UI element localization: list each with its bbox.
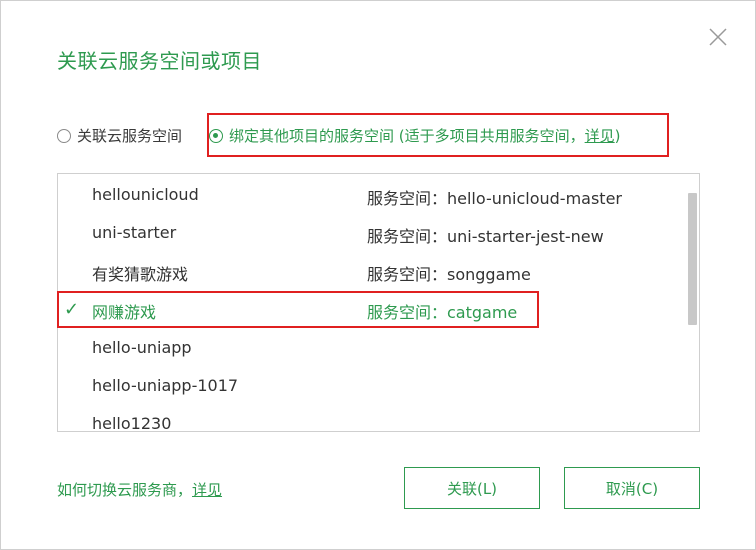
details-link[interactable]: 详见 — [585, 125, 615, 146]
help-text: 如何切换云服务商， — [57, 481, 193, 499]
project-name: hello-uniapp-1017 — [92, 376, 239, 395]
project-space: 服务空间：catgame — [367, 303, 518, 322]
cancel-button[interactable]: 取消(C) — [564, 467, 700, 509]
list-item[interactable]: 有奖猜歌游戏 服务空间：songgame — [58, 252, 683, 290]
project-space: 服务空间：uni-starter-jest-new — [367, 227, 604, 246]
radio-label: 关联云服务空间 — [77, 127, 183, 145]
associate-cloud-space-dialog: 关联云服务空间或项目 关联云服务空间 绑定其他项目的服务空间 (适于多项目共用服… — [0, 0, 756, 550]
radio-label-suffix: ) — [614, 126, 621, 145]
project-space: 服务空间：songgame — [367, 265, 531, 284]
radio-circle-icon — [57, 128, 71, 143]
radio-label: 绑定其他项目的服务空间 (适于多项目共用服务空间， — [229, 127, 585, 145]
project-name: hello-uniapp — [92, 338, 192, 357]
dialog-title: 关联云服务空间或项目 — [57, 49, 262, 73]
list-item[interactable]: hello-uniapp — [58, 329, 683, 367]
project-space: 服务空间：hello-unicloud-master — [367, 189, 622, 208]
project-name: 网赚游戏 — [92, 303, 157, 322]
associate-button[interactable]: 关联(L) — [404, 467, 540, 509]
close-icon[interactable] — [707, 26, 729, 48]
project-name: uni-starter — [92, 223, 177, 242]
project-name: hello1230 — [92, 414, 172, 432]
list-item-selected[interactable]: ✓ 网赚游戏 服务空间：catgame — [58, 290, 683, 328]
list-item[interactable]: hello1230 — [58, 405, 683, 432]
radio-circle-checked-icon — [209, 128, 223, 143]
project-list[interactable]: hellounicloud 服务空间：hello-unicloud-master… — [57, 173, 700, 432]
list-item[interactable]: hellounicloud 服务空间：hello-unicloud-master — [58, 176, 683, 214]
list-item[interactable]: hello-uniapp-1017 — [58, 367, 683, 405]
help-details-link[interactable]: 详见 — [192, 481, 222, 499]
checkmark-icon: ✓ — [64, 299, 80, 320]
radio-bind-other-project-space[interactable]: 绑定其他项目的服务空间 (适于多项目共用服务空间， 详见) — [209, 125, 621, 146]
radio-associate-cloud-space[interactable]: 关联云服务空间 — [57, 125, 182, 146]
project-name: hellounicloud — [92, 185, 199, 204]
switch-provider-help: 如何切换云服务商，详见 — [57, 479, 222, 500]
list-scrollbar[interactable] — [688, 193, 697, 325]
list-item[interactable]: uni-starter 服务空间：uni-starter-jest-new — [58, 214, 683, 252]
project-name: 有奖猜歌游戏 — [92, 265, 189, 284]
